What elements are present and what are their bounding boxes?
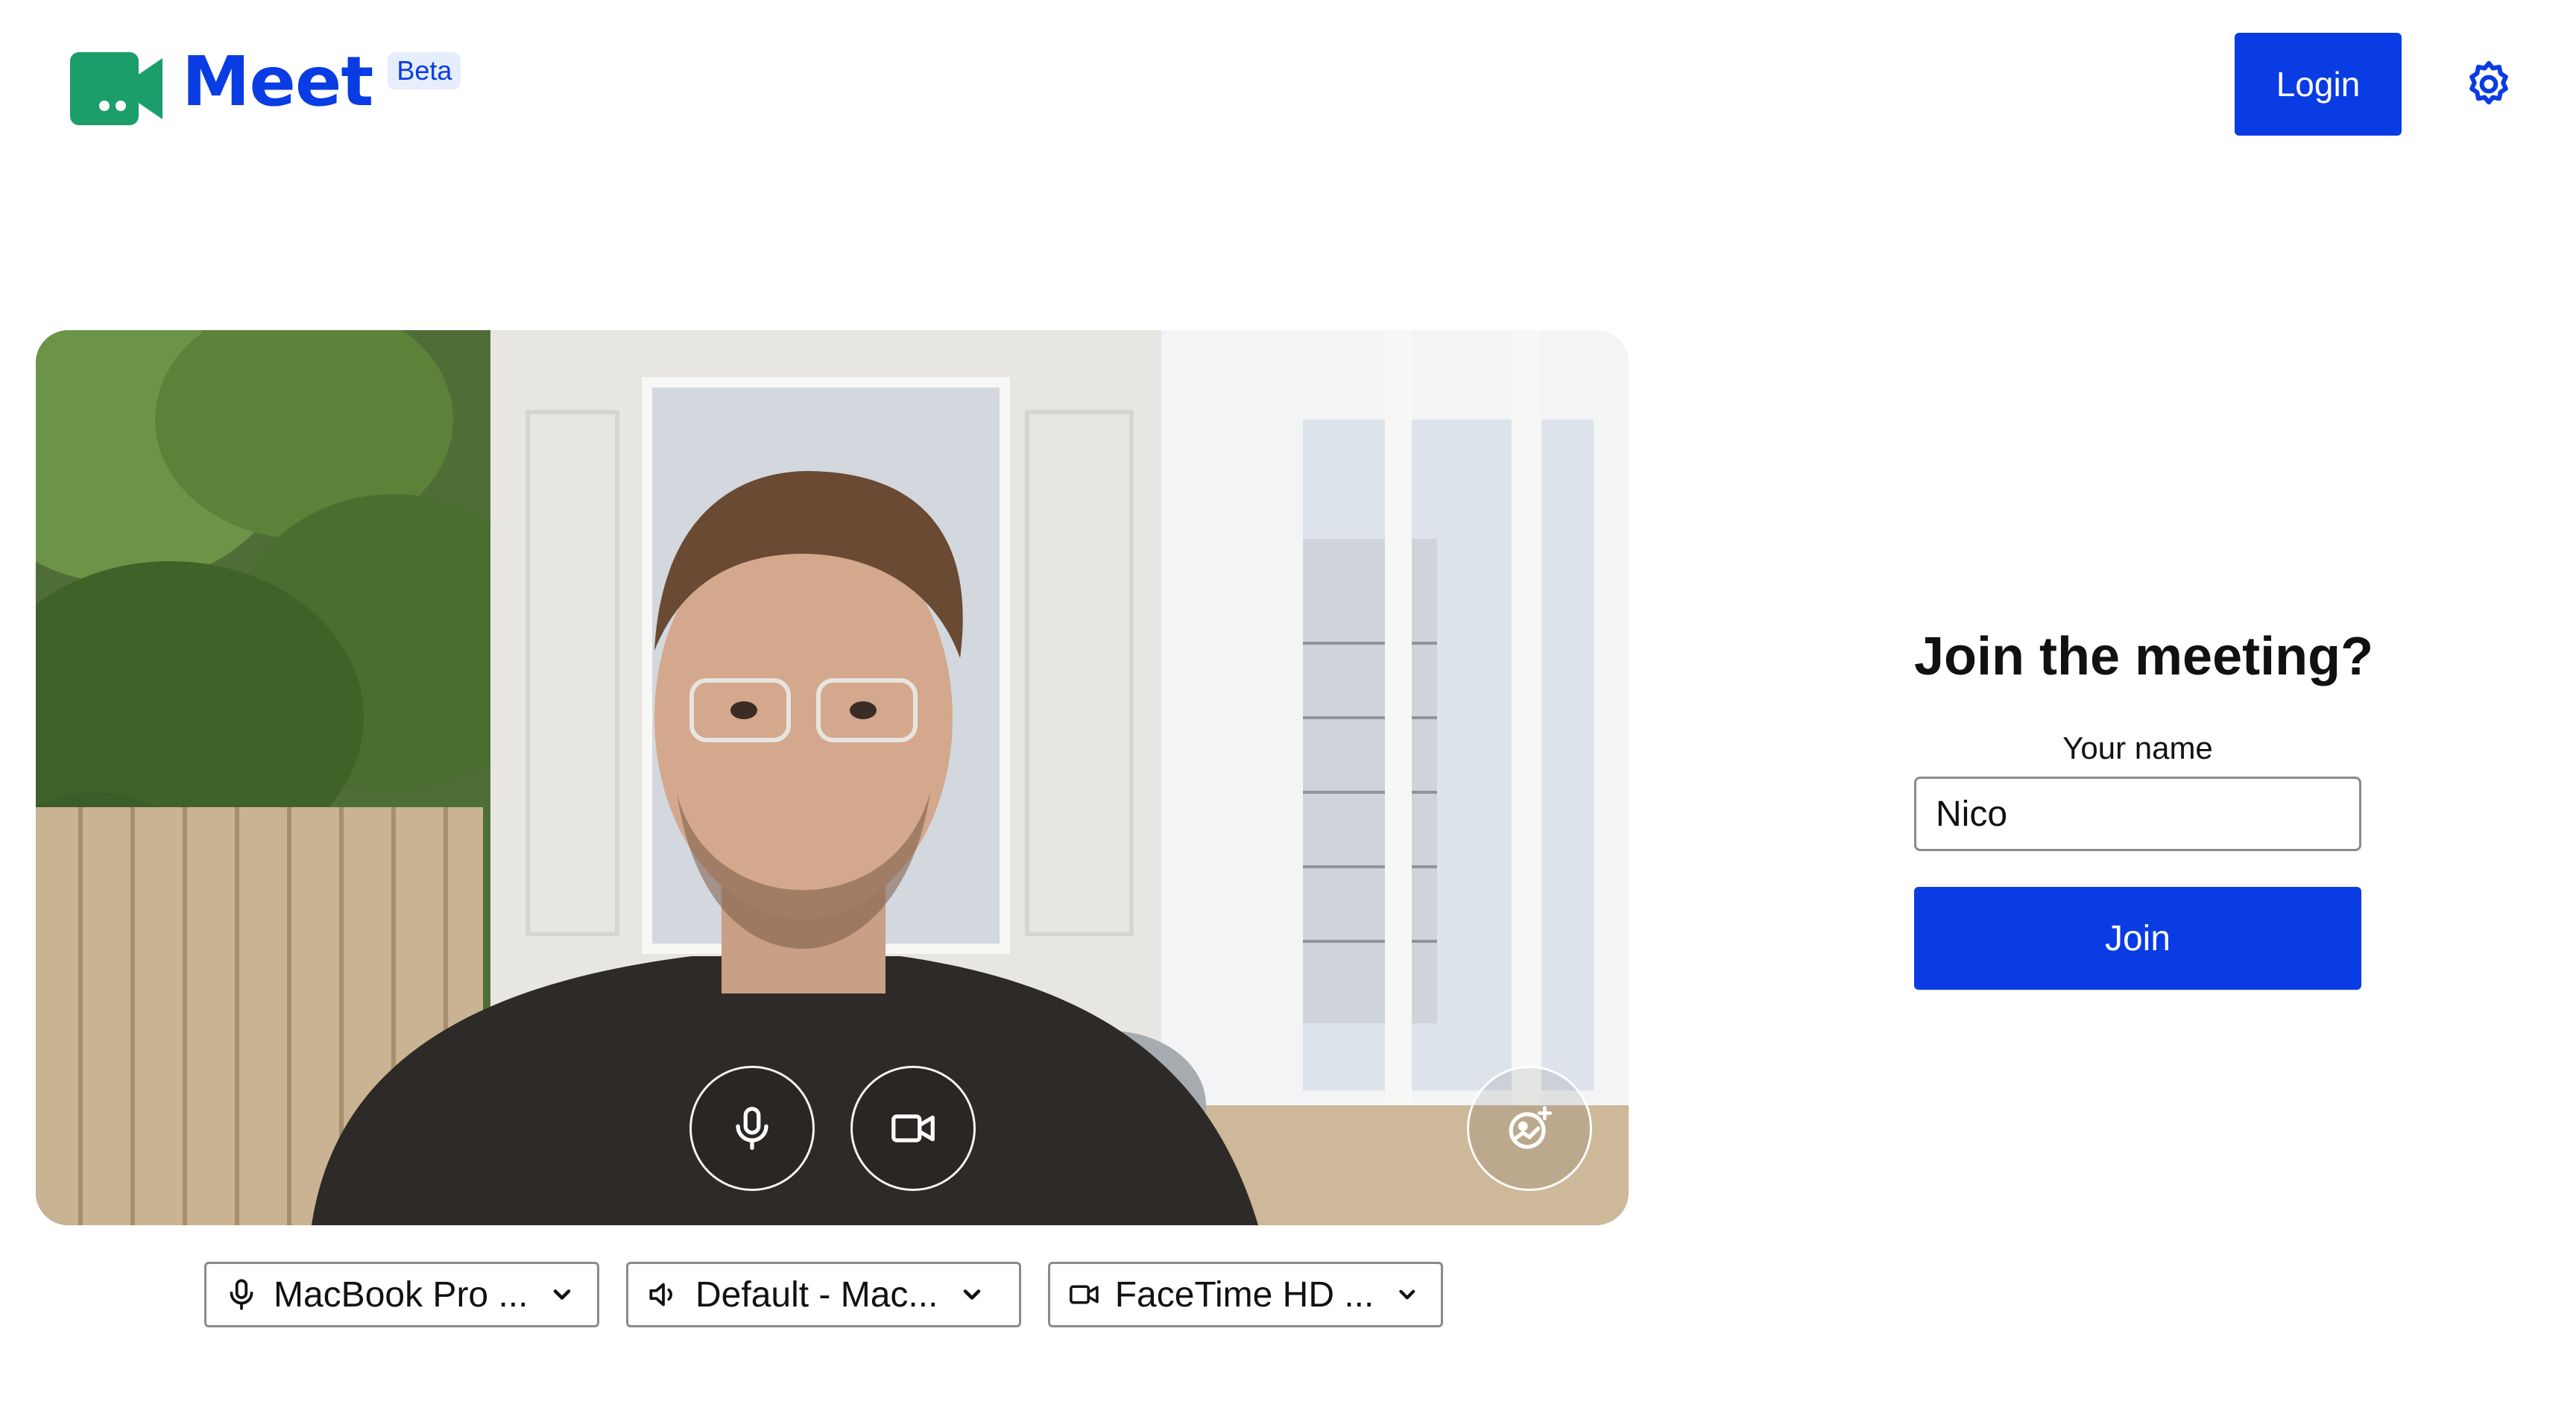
chevron-down-icon [1399,1289,1415,1300]
speaker-select[interactable]: Default - Mac... [626,1262,1021,1327]
beta-badge: Beta [388,52,461,89]
app-name: Meet [182,42,373,121]
chevron-down-icon [554,1289,571,1300]
name-input[interactable] [1914,777,2361,851]
microphone-icon [736,1107,768,1150]
camera-select-label: FaceTime HD ... [1114,1274,1374,1315]
microphone-icon [230,1279,253,1310]
join-title: Join the meeting? [1914,627,2374,686]
camera-select[interactable]: FaceTime HD ... [1048,1262,1443,1327]
join-form: Join the meeting? Your name Join [1914,626,2374,990]
camera-feed [36,330,1629,1225]
microphone-select[interactable]: MacBook Pro ... [204,1262,599,1327]
microphone-select-label: MacBook Pro ... [274,1274,528,1315]
device-selectors: MacBook Pro ... Default - Mac... FaceTim… [204,1262,1443,1327]
microphone-toggle[interactable] [689,1066,815,1191]
top-bar: Meet Beta Login [0,0,2576,171]
video-camera-logo-icon [70,52,162,125]
video-camera-icon [1070,1285,1099,1304]
video-camera-icon [891,1114,935,1143]
meet-logo[interactable]: Meet Beta [70,48,461,125]
speaker-icon [649,1283,672,1306]
magic-effects-icon [1509,1105,1553,1149]
name-label: Your name [2062,730,2213,765]
login-button[interactable]: Login [2235,33,2402,136]
background-effects-button[interactable] [1467,1066,1592,1191]
camera-toggle[interactable] [850,1066,976,1191]
join-button[interactable]: Join [1914,887,2361,990]
chevron-down-icon [964,1289,981,1300]
camera-preview [36,330,1629,1225]
speaker-select-label: Default - Mac... [695,1274,938,1315]
gear-icon[interactable] [2464,60,2513,109]
